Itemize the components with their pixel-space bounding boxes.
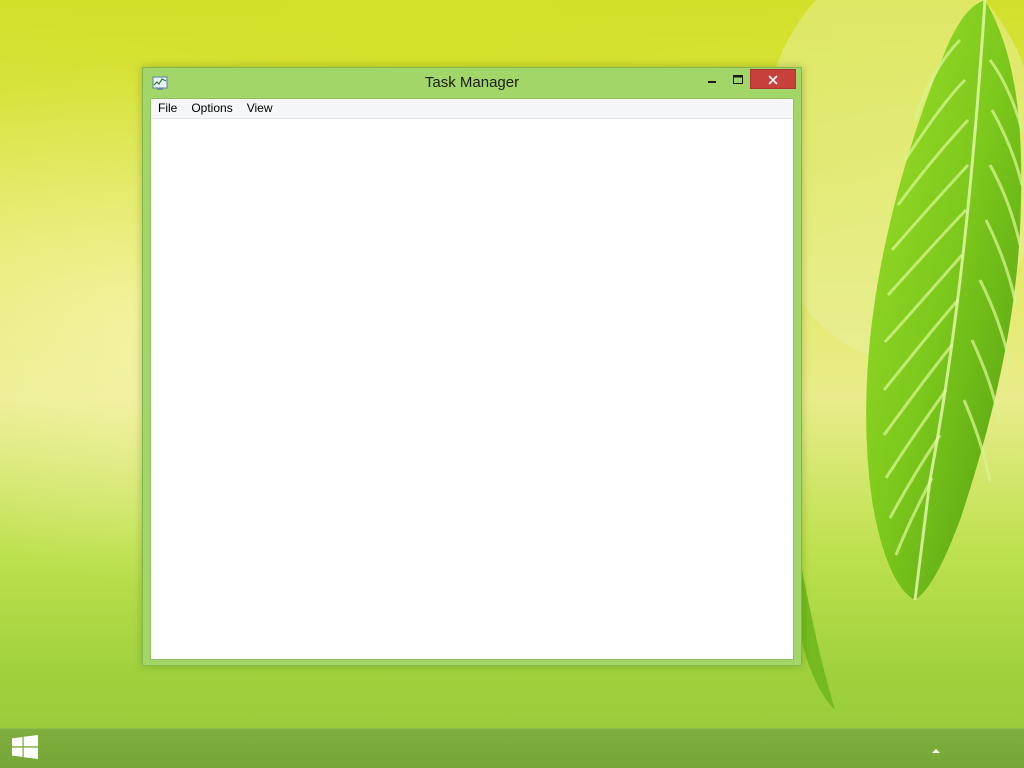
title-bar[interactable]: Task Manager [143, 68, 801, 98]
window-content: File Options View [150, 98, 794, 660]
menu-view[interactable]: View [240, 99, 280, 118]
maximize-icon [733, 70, 743, 89]
close-button[interactable] [750, 69, 796, 89]
menu-bar: File Options View [151, 99, 793, 119]
minimize-icon [707, 70, 717, 89]
menu-options[interactable]: Options [184, 99, 239, 118]
desktop: Task Manager File Options View [0, 0, 1024, 768]
chevron-up-icon [931, 740, 941, 759]
maximize-button[interactable] [725, 69, 751, 89]
task-manager-window: Task Manager File Options View [142, 67, 802, 666]
taskbar [0, 728, 1024, 768]
start-button[interactable] [0, 729, 50, 768]
menu-file[interactable]: File [151, 99, 184, 118]
show-hidden-icons-button[interactable] [926, 741, 946, 757]
windows-logo-icon [12, 734, 38, 763]
close-icon [768, 70, 778, 89]
minimize-button[interactable] [699, 69, 725, 89]
